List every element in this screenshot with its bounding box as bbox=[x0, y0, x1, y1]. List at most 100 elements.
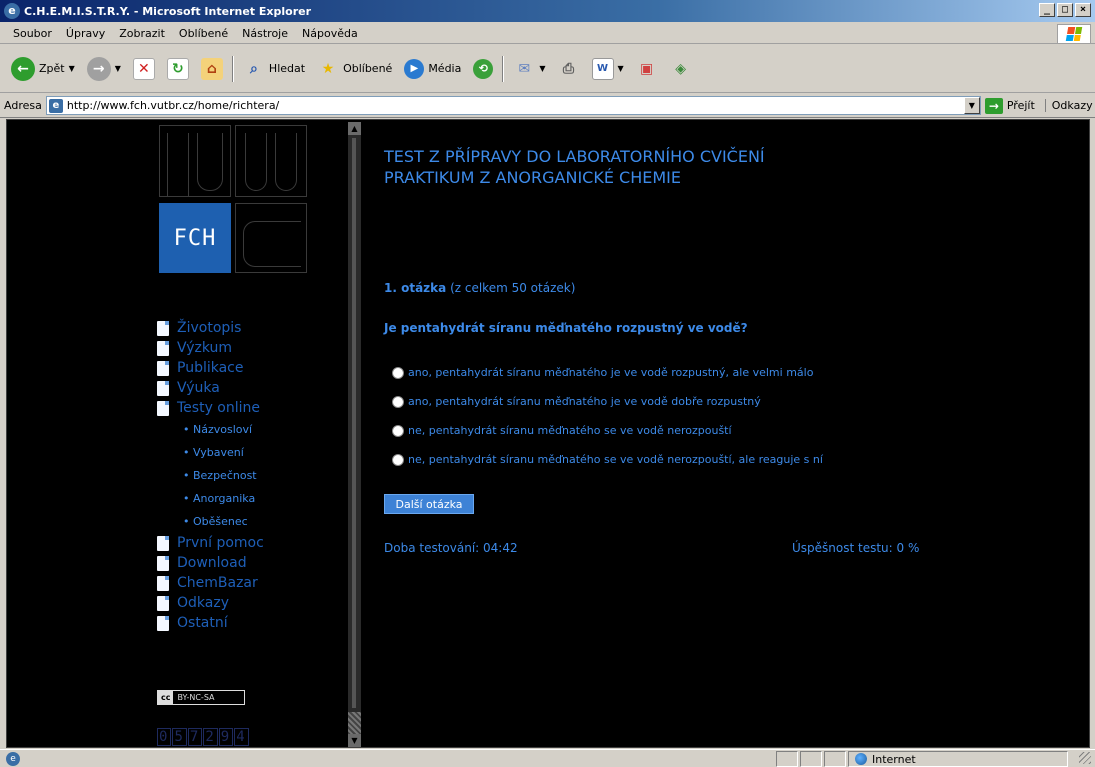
nav-item-testy-online[interactable]: Testy online bbox=[157, 398, 264, 418]
radio-button[interactable] bbox=[392, 395, 404, 408]
document-icon bbox=[157, 320, 169, 336]
cc-license-badge[interactable]: cc BY-NC-SA bbox=[157, 690, 245, 705]
favorites-label: Oblíbené bbox=[343, 62, 393, 75]
nav-item-odkazy[interactable]: Odkazy bbox=[157, 593, 264, 613]
word-icon: W bbox=[591, 57, 614, 80]
radio-button[interactable] bbox=[392, 424, 404, 437]
windows-flag-icon bbox=[1065, 27, 1083, 41]
windows-logo bbox=[1057, 24, 1091, 44]
nav-item-chembazar[interactable]: ChemBazar bbox=[157, 573, 264, 593]
answer-option-3[interactable]: ne, pentahydrát síranu měďnatého se ve v… bbox=[392, 424, 732, 437]
answer-option-2[interactable]: ano, pentahydrát síranu měďnatého je ve … bbox=[392, 395, 761, 408]
nav-item-vyzkum[interactable]: Výzkum bbox=[157, 338, 264, 358]
window-controls: _ □ × bbox=[1039, 3, 1091, 17]
resize-grip-icon[interactable] bbox=[1079, 752, 1091, 764]
history-button[interactable]: ⟲ bbox=[470, 54, 496, 84]
nav-item-label: Životopis bbox=[177, 320, 242, 336]
subnav-item-nazvoslovi[interactable]: • Názvosloví bbox=[157, 418, 264, 441]
mail-button[interactable]: ✉ ▼ bbox=[510, 54, 548, 84]
chevron-down-icon[interactable]: ▼ bbox=[618, 64, 624, 73]
star-icon: ★ bbox=[321, 60, 335, 77]
nav-item-label: První pomoc bbox=[177, 535, 264, 551]
scroll-track[interactable] bbox=[352, 138, 356, 708]
page-status-icon: e bbox=[6, 751, 20, 766]
answer-option-1[interactable]: ano, pentahydrát síranu měďnatého je ve … bbox=[392, 366, 813, 379]
window-title: C.H.E.M.I.S.T.R.Y. - Microsoft Internet … bbox=[24, 4, 312, 18]
answer-option-4[interactable]: ne, pentahydrát síranu měďnatého se ve v… bbox=[392, 453, 823, 466]
nav-item-label: Ostatní bbox=[177, 615, 228, 631]
menu-favorites[interactable]: Oblíbené bbox=[172, 27, 235, 40]
document-icon bbox=[157, 535, 169, 551]
question-text: Je pentahydrát síranu měďnatého rozpustn… bbox=[384, 321, 748, 335]
frame-scrollbar[interactable]: ▲ ▼ bbox=[348, 122, 361, 747]
address-dropdown-icon[interactable]: ▼ bbox=[963, 97, 980, 114]
visit-counter: 057294 bbox=[157, 728, 250, 746]
minimize-button[interactable]: _ bbox=[1039, 3, 1055, 17]
logo-line-art bbox=[245, 133, 267, 191]
nav-item-ostatni[interactable]: Ostatní bbox=[157, 613, 264, 633]
home-button[interactable]: ⌂ bbox=[198, 54, 226, 84]
search-button[interactable]: ⌕ Hledat bbox=[240, 54, 308, 84]
media-button[interactable]: ▶ Média bbox=[401, 54, 464, 84]
question-number: 1. otázka bbox=[384, 281, 447, 295]
scroll-down-icon[interactable]: ▼ bbox=[348, 734, 361, 747]
links-button[interactable]: Odkazy bbox=[1044, 99, 1093, 112]
nav-item-label: Testy online bbox=[177, 400, 261, 416]
radio-button[interactable] bbox=[392, 453, 404, 466]
chevron-down-icon[interactable]: ▼ bbox=[115, 64, 121, 73]
refresh-button[interactable]: ↻ bbox=[164, 54, 192, 84]
nav-item-label: Download bbox=[177, 555, 247, 571]
chevron-down-icon[interactable]: ▼ bbox=[69, 64, 75, 73]
close-button[interactable]: × bbox=[1075, 3, 1091, 17]
nav-item-prvni-pomoc[interactable]: První pomoc bbox=[157, 533, 264, 553]
back-button[interactable]: ← Zpět ▼ bbox=[8, 54, 78, 84]
scroll-up-icon[interactable]: ▲ bbox=[348, 122, 361, 135]
menu-file[interactable]: Soubor bbox=[6, 27, 59, 40]
print-button[interactable]: ⎙ bbox=[555, 54, 583, 84]
sidebar-nav: Životopis Výzkum Publikace Výuka Testy o… bbox=[157, 318, 264, 633]
forward-button[interactable]: → ▼ bbox=[84, 54, 124, 84]
subnav-item-bezpecnost[interactable]: • Bezpečnost bbox=[157, 464, 264, 487]
messenger-button[interactable]: ▣ bbox=[633, 54, 661, 84]
menu-bar: Soubor Úpravy Zobrazit Oblíbené Nástroje… bbox=[0, 23, 1095, 44]
favorites-button[interactable]: ★ Oblíbené bbox=[314, 54, 395, 84]
title-line-1: TEST Z PŘÍPRAVY DO LABORATORNÍHO CVIČENÍ bbox=[384, 147, 765, 166]
go-button[interactable]: → Přejít bbox=[984, 97, 1035, 114]
menu-help[interactable]: Nápověda bbox=[295, 27, 365, 40]
subnav-item-obesenec[interactable]: • Oběšenec bbox=[157, 510, 264, 533]
fch-logo-mark[interactable]: FCH bbox=[159, 203, 231, 273]
subnav-item-anorganika[interactable]: • Anorganika bbox=[157, 487, 264, 510]
go-label: Přejít bbox=[1006, 99, 1035, 112]
counter-digit: 4 bbox=[234, 728, 249, 746]
answer-label: ne, pentahydrát síranu měďnatého se ve v… bbox=[408, 424, 732, 437]
fch-logo: FCH bbox=[157, 125, 337, 275]
radio-button[interactable] bbox=[392, 366, 404, 379]
subnav-item-vybaveni[interactable]: • Vybavení bbox=[157, 441, 264, 464]
stop-icon: ✕ bbox=[132, 57, 155, 80]
extra-button[interactable]: ◈ bbox=[667, 54, 695, 84]
page-icon: e bbox=[48, 98, 63, 113]
search-icon: ⌕ bbox=[250, 60, 258, 77]
chevron-down-icon[interactable]: ▼ bbox=[539, 64, 545, 73]
address-input[interactable]: e http://www.fch.vutbr.cz/home/richtera/… bbox=[45, 96, 981, 115]
nav-item-download[interactable]: Download bbox=[157, 553, 264, 573]
edit-button[interactable]: W ▼ bbox=[589, 54, 627, 84]
address-bar: Adresa e http://www.fch.vutbr.cz/home/ri… bbox=[0, 94, 1095, 118]
menu-edit[interactable]: Úpravy bbox=[59, 27, 112, 40]
nav-item-zivotopis[interactable]: Životopis bbox=[157, 318, 264, 338]
counter-digit: 9 bbox=[218, 728, 234, 746]
nav-item-vyuka[interactable]: Výuka bbox=[157, 378, 264, 398]
maximize-button[interactable]: □ bbox=[1057, 3, 1073, 17]
address-url[interactable]: http://www.fch.vutbr.cz/home/richtera/ bbox=[67, 99, 964, 112]
document-icon bbox=[157, 595, 169, 611]
menu-view[interactable]: Zobrazit bbox=[112, 27, 172, 40]
next-question-button[interactable]: Další otázka bbox=[384, 494, 474, 514]
menu-tools[interactable]: Nástroje bbox=[235, 27, 295, 40]
document-icon bbox=[157, 400, 169, 416]
status-panel bbox=[800, 751, 822, 767]
stop-button[interactable]: ✕ bbox=[130, 54, 158, 84]
security-zone[interactable]: Internet bbox=[848, 751, 1068, 767]
printer-icon: ⎙ bbox=[562, 60, 575, 77]
nav-item-publikace[interactable]: Publikace bbox=[157, 358, 264, 378]
search-label: Hledat bbox=[268, 62, 306, 75]
